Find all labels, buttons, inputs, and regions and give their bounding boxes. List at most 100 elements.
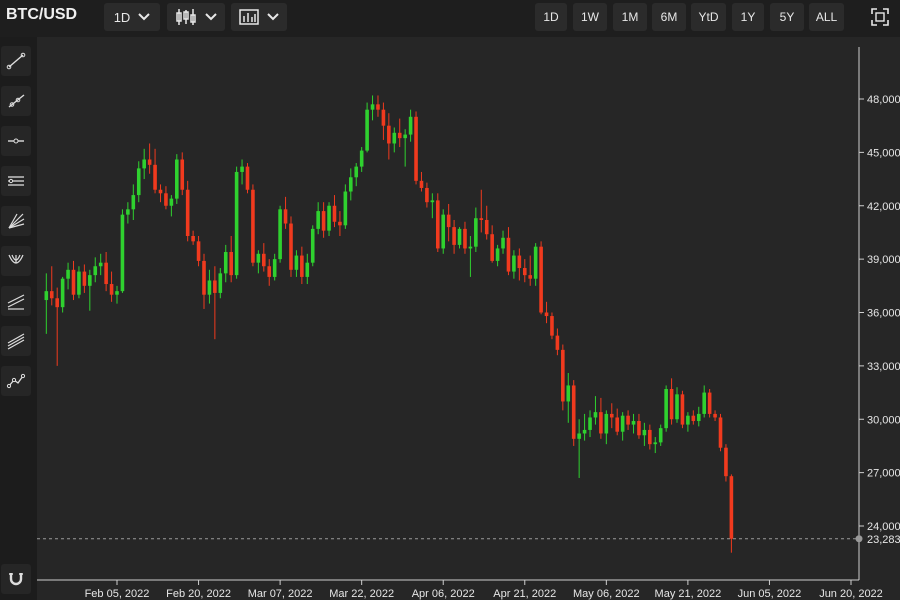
candle-body — [620, 415, 625, 432]
candle-body — [310, 228, 315, 263]
candle-body — [55, 298, 59, 308]
candle-body — [707, 392, 712, 414]
fib-fan-icon — [8, 213, 25, 229]
x-tick-label: Jun 20, 2022 — [819, 588, 883, 600]
regression-channel-icon — [7, 294, 25, 310]
last-price-marker — [855, 535, 863, 543]
x-tick-label: Mar 07, 2022 — [248, 588, 313, 600]
trend-line-tool[interactable] — [1, 46, 31, 76]
candle-body — [126, 209, 130, 215]
candle-body — [539, 246, 543, 313]
candle-body — [207, 280, 212, 295]
chart-panel[interactable]: 48,000 45,000 42,000 39,000 36,000 33,000 30,0… — [37, 37, 900, 600]
ray-tool[interactable] — [1, 86, 31, 116]
pitchfork-tool[interactable] — [1, 246, 31, 276]
candle-body — [713, 413, 717, 418]
candle-body — [729, 476, 734, 539]
candle-body — [544, 312, 549, 317]
candle-body — [430, 200, 435, 203]
y-tick-label: 27,000 — [867, 468, 900, 480]
candle-body — [153, 164, 157, 190]
interval-selector[interactable]: 1D — [104, 3, 160, 31]
candle-body — [343, 191, 348, 226]
candle-body — [691, 415, 696, 422]
parallel-channel-icon — [8, 176, 24, 186]
indicators-selector[interactable] — [231, 3, 287, 31]
x-tick-label: May 06, 2022 — [573, 588, 640, 600]
range-all-button[interactable]: ALL — [809, 3, 844, 31]
y-tick-label: 30,000 — [867, 414, 900, 426]
x-tick-label: Apr 21, 2022 — [493, 588, 556, 600]
candle-body — [294, 255, 299, 270]
fullscreen-button[interactable] — [866, 3, 894, 31]
horizontal-line-icon — [8, 138, 24, 144]
y-tick-label: 33,000 — [867, 361, 900, 373]
chevron-down-icon — [267, 13, 279, 21]
candle-body — [131, 195, 136, 210]
candle-body — [327, 205, 331, 231]
candle-body — [158, 189, 163, 194]
candle-body — [724, 447, 728, 477]
range-1m-button[interactable]: 1M — [613, 3, 647, 31]
parallel-channel-tool[interactable] — [1, 166, 31, 196]
fullscreen-icon — [871, 8, 889, 26]
y-tick-label: 24,000 — [867, 521, 900, 533]
path-tool[interactable] — [1, 366, 31, 396]
candle-body — [381, 109, 386, 126]
range-ytd-button[interactable]: YtD — [691, 3, 726, 31]
candle-body — [599, 412, 603, 434]
candle-body — [354, 166, 359, 178]
candlestick-chart[interactable]: 48,000 45,000 42,000 39,000 36,000 33,000 30,0… — [37, 37, 900, 600]
candle-body — [484, 219, 489, 235]
candle-body — [501, 237, 505, 249]
candle-body — [686, 415, 690, 425]
candle-body — [419, 180, 424, 188]
candle-body — [147, 159, 152, 165]
top-toolbar: BTC/USD 1D 1D 1W 1M 6M YtD 1Y 5Y ALL — [0, 0, 900, 38]
candle-body — [164, 193, 168, 206]
range-1w-button[interactable]: 1W — [573, 3, 607, 31]
candle-body — [561, 349, 565, 402]
candle-body — [136, 168, 141, 196]
candle-body — [82, 271, 87, 286]
candlestick-icon — [176, 9, 196, 25]
candle-body — [555, 335, 560, 350]
candle-body — [675, 394, 679, 420]
range-1y-button[interactable]: 1Y — [732, 3, 764, 31]
range-1d-button[interactable]: 1D — [535, 3, 567, 31]
candle-body — [702, 392, 706, 414]
drawing-toolbar — [0, 37, 38, 600]
horizontal-line-tool[interactable] — [1, 126, 31, 156]
candle-body — [452, 227, 456, 245]
candle-body — [658, 428, 663, 443]
candle-body — [550, 316, 554, 336]
candle-body — [185, 189, 190, 236]
candle-body — [321, 211, 326, 231]
range-5y-button[interactable]: 5Y — [770, 3, 804, 31]
trend-line-icon — [6, 52, 26, 70]
x-tick-label: Feb 20, 2022 — [166, 588, 231, 600]
regression-channel-tool[interactable] — [1, 286, 31, 316]
candle-body — [169, 198, 174, 206]
candle-body — [457, 228, 462, 245]
magnet-tool[interactable] — [1, 564, 31, 594]
fib-fan-tool[interactable] — [1, 206, 31, 236]
candle-body — [49, 291, 54, 299]
candle-body — [278, 209, 282, 260]
symbol-label[interactable]: BTC/USD — [6, 6, 77, 24]
range-6m-button[interactable]: 6M — [652, 3, 686, 31]
candle-body — [408, 116, 413, 135]
chart-type-selector[interactable] — [167, 3, 225, 31]
candle-body — [588, 417, 592, 430]
candle-body — [348, 177, 353, 192]
candle-body — [376, 104, 380, 110]
candle-body — [446, 214, 451, 228]
candle-body — [425, 187, 429, 203]
candle-body — [696, 413, 701, 422]
gann-fan-icon — [7, 333, 25, 350]
gann-fan-tool[interactable] — [1, 326, 31, 356]
candle-body — [115, 291, 119, 295]
candle-body — [267, 266, 272, 277]
path-icon — [6, 373, 26, 389]
last-price-label: 23,283 — [867, 534, 900, 546]
